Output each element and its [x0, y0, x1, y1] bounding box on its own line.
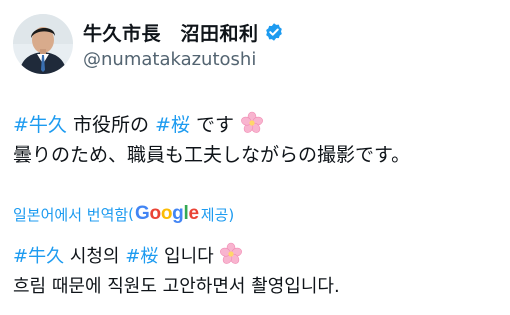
- hashtag-link[interactable]: #桜: [155, 114, 190, 136]
- author-names: 牛久市長 沼田和利 @numatakazutoshi: [83, 18, 284, 70]
- tweet-text-fragment: 市役所の: [66, 114, 156, 136]
- display-name[interactable]: 牛久市長 沼田和利: [83, 19, 259, 46]
- hashtag-link[interactable]: #牛久: [13, 246, 64, 267]
- hashtag-link[interactable]: #牛久: [13, 114, 67, 136]
- cherry-blossom-icon: [219, 242, 243, 266]
- translated-text-fragment: 시청의: [64, 246, 126, 267]
- tweet-header: 牛久市長 沼田和利 @numatakazutoshi: [13, 14, 284, 74]
- avatar-image: [13, 14, 73, 74]
- translated-by-google-link[interactable]: 일본어에서 번역함(Google 제공): [13, 203, 234, 225]
- translated-text: #牛久 시청의 #桜 입니다 흐림 때문에 직원도 고안하면서 촬영입니다.: [13, 242, 498, 302]
- translation-prefix: 일본어에서 번역함: [13, 205, 129, 224]
- user-handle[interactable]: @numatakazutoshi: [83, 49, 284, 70]
- tweet-text: #牛久 市役所の #桜 です 曇りのため、職員も工夫しながらの撮影です。: [13, 110, 498, 170]
- tweet: 牛久市長 沼田和利 @numatakazutoshi #牛久 市役所の #桜 で…: [0, 0, 510, 315]
- translation-paren: (: [128, 205, 135, 223]
- cherry-blossom-icon: [240, 111, 264, 135]
- tweet-text-line-2: 曇りのため、職員も工夫しながらの撮影です。: [13, 144, 411, 166]
- hashtag-link[interactable]: #桜: [125, 246, 158, 267]
- avatar[interactable]: [13, 14, 73, 74]
- display-name-row: 牛久市長 沼田和利: [83, 18, 284, 46]
- google-logo: Google: [135, 203, 199, 224]
- translation-suffix: 제공): [200, 205, 235, 224]
- tweet-text-line-1: #牛久 市役所の #桜 です: [13, 110, 498, 140]
- translated-text-fragment: 입니다: [158, 246, 220, 267]
- tweet-text-fragment: です: [189, 114, 234, 136]
- translated-text-line-2: 흐림 때문에 직원도 고안하면서 촬영입니다.: [13, 276, 340, 297]
- translated-text-line-1: #牛久 시청의 #桜 입니다: [13, 242, 498, 272]
- verified-badge-icon: [264, 22, 284, 42]
